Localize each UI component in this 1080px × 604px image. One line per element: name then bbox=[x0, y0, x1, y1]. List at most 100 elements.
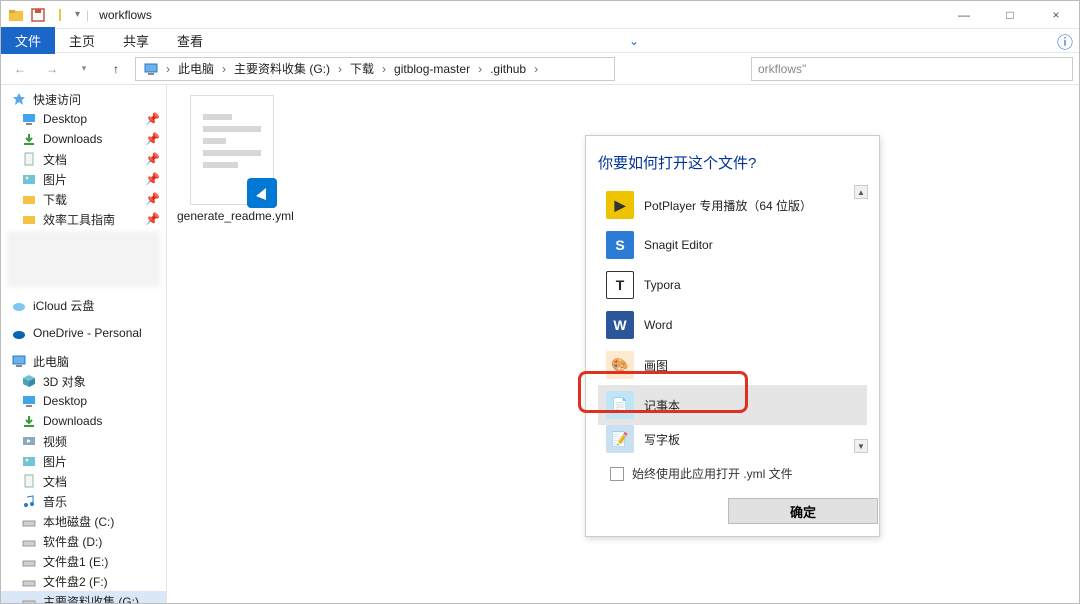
music-icon bbox=[21, 493, 37, 509]
help-button[interactable]: ⓘ bbox=[1051, 29, 1079, 53]
sidebar-item-drive-e[interactable]: 文件盘1 (E:) bbox=[1, 551, 166, 571]
app-icon: 📄 bbox=[606, 391, 634, 419]
app-word[interactable]: WWord bbox=[598, 305, 867, 345]
sidebar-item-3d[interactable]: 3D 对象 bbox=[1, 371, 166, 391]
ok-button[interactable]: 确定 bbox=[728, 498, 878, 524]
folder-icon bbox=[7, 6, 25, 24]
close-button[interactable]: × bbox=[1033, 1, 1079, 29]
sidebar-item-pictures2[interactable]: 图片 bbox=[1, 451, 166, 471]
documents-icon bbox=[21, 473, 37, 489]
sidebar-item-desktop2[interactable]: Desktop bbox=[1, 391, 166, 411]
pin-icon: 📌 bbox=[145, 132, 160, 146]
drive-icon bbox=[21, 573, 37, 589]
app-notepad[interactable]: 📄记事本 bbox=[598, 385, 867, 425]
cube-icon bbox=[21, 373, 37, 389]
sidebar-item-downloads3[interactable]: Downloads bbox=[1, 411, 166, 431]
drive-icon bbox=[21, 553, 37, 569]
file-name: generate_readme.yml bbox=[177, 209, 287, 223]
sidebar-thispc[interactable]: 此电脑 bbox=[1, 351, 166, 371]
sidebar-item-documents2[interactable]: 文档 bbox=[1, 471, 166, 491]
pin-icon: 📌 bbox=[145, 192, 160, 206]
app-icon: ▶ bbox=[606, 191, 634, 219]
scroll-down-button[interactable]: ▼ bbox=[854, 439, 868, 453]
sidebar-quickaccess[interactable]: 快速访问 bbox=[1, 89, 166, 109]
app-icon: S bbox=[606, 231, 634, 259]
drive-icon bbox=[21, 593, 37, 603]
always-use-label: 始终使用此应用打开 .yml 文件 bbox=[632, 465, 793, 482]
pin-icon: 📌 bbox=[145, 212, 160, 226]
sidebar-item-drive-c[interactable]: 本地磁盘 (C:) bbox=[1, 511, 166, 531]
app-icon: W bbox=[606, 311, 634, 339]
open-with-dialog: 你要如何打开这个文件? ▲ ▼ ▶PotPlayer 专用播放（64 位版） S… bbox=[585, 135, 880, 537]
always-use-row[interactable]: 始终使用此应用打开 .yml 文件 bbox=[610, 465, 867, 482]
navbar: ← → ▾ ↑ › 此电脑› 主要资料收集 (G:)› 下载› gitblog-… bbox=[1, 53, 1079, 85]
ribbon-tabs: 文件 主页 共享 查看 ⌄ ⓘ bbox=[1, 29, 1079, 53]
pictures-icon bbox=[21, 171, 37, 187]
sidebar-item-guide[interactable]: 效率工具指南📌 bbox=[1, 209, 166, 229]
drive-icon bbox=[21, 513, 37, 529]
folder-icon bbox=[21, 191, 37, 207]
tab-home[interactable]: 主页 bbox=[55, 27, 109, 54]
save-icon[interactable] bbox=[29, 6, 47, 24]
documents-icon bbox=[21, 151, 37, 167]
desktop-icon bbox=[21, 393, 37, 409]
crumb[interactable]: 下载 bbox=[346, 60, 378, 77]
downloads-icon bbox=[21, 413, 37, 429]
forward-button[interactable]: → bbox=[39, 57, 65, 81]
app-snagit[interactable]: SSnagit Editor bbox=[598, 225, 867, 265]
app-typora[interactable]: TTypora bbox=[598, 265, 867, 305]
downloads-icon bbox=[21, 131, 37, 147]
sidebar-item-drive-g[interactable]: 主要资料收集 (G:) bbox=[1, 591, 166, 603]
divider-icon bbox=[51, 6, 69, 24]
tab-file[interactable]: 文件 bbox=[1, 27, 55, 54]
pin-icon: 📌 bbox=[145, 152, 160, 166]
file-item[interactable]: generate_readme.yml bbox=[177, 95, 287, 223]
tab-share[interactable]: 共享 bbox=[109, 27, 163, 54]
tab-view[interactable]: 查看 bbox=[163, 27, 217, 54]
sidebar-item-documents[interactable]: 文档📌 bbox=[1, 149, 166, 169]
file-thumbnail bbox=[190, 95, 274, 205]
app-potplayer[interactable]: ▶PotPlayer 专用播放（64 位版） bbox=[598, 185, 867, 225]
titlebar: ▾ | workflows — □ × bbox=[1, 1, 1079, 29]
desktop-icon bbox=[21, 111, 37, 127]
dialog-title: 你要如何打开这个文件? bbox=[598, 152, 867, 173]
sidebar-item-videos[interactable]: 视频 bbox=[1, 431, 166, 451]
file-pane[interactable]: generate_readme.yml 你要如何打开这个文件? ▲ ▼ ▶Pot… bbox=[167, 85, 1079, 603]
crumb[interactable]: gitblog-master bbox=[390, 62, 474, 76]
always-use-checkbox[interactable] bbox=[610, 467, 624, 481]
minimize-button[interactable]: — bbox=[941, 1, 987, 29]
ribbon-toggle[interactable]: ⌄ bbox=[620, 34, 648, 48]
up-button[interactable]: ↑ bbox=[103, 57, 129, 81]
pc-icon bbox=[11, 353, 27, 369]
search-input[interactable]: orkflows" bbox=[751, 57, 1073, 81]
icloud-icon bbox=[11, 297, 27, 313]
qa-dropdown[interactable]: ▾ bbox=[75, 9, 80, 20]
app-icon: 📝 bbox=[606, 425, 634, 453]
sidebar-item-drive-d[interactable]: 软件盘 (D:) bbox=[1, 531, 166, 551]
app-paint[interactable]: 🎨画图 bbox=[598, 345, 867, 385]
maximize-button[interactable]: □ bbox=[987, 1, 1033, 29]
sidebar-item-pictures[interactable]: 图片📌 bbox=[1, 169, 166, 189]
sidebar-icloud[interactable]: iCloud 云盘 bbox=[1, 295, 166, 315]
recent-dropdown[interactable]: ▾ bbox=[71, 57, 97, 81]
breadcrumb[interactable]: › 此电脑› 主要资料收集 (G:)› 下载› gitblog-master› … bbox=[135, 57, 615, 81]
sidebar-item-downloads2[interactable]: 下载📌 bbox=[1, 189, 166, 209]
pictures-icon bbox=[21, 453, 37, 469]
scroll-up-button[interactable]: ▲ bbox=[854, 185, 868, 199]
search-placeholder: orkflows" bbox=[758, 62, 806, 76]
crumb[interactable]: 主要资料收集 (G:) bbox=[230, 60, 334, 77]
blurred-region bbox=[7, 231, 160, 287]
app-wordpad[interactable]: 📝写字板 bbox=[598, 425, 867, 453]
pc-icon bbox=[140, 62, 162, 76]
sidebar-item-music[interactable]: 音乐 bbox=[1, 491, 166, 511]
app-list: ▲ ▼ ▶PotPlayer 专用播放（64 位版） SSnagit Edito… bbox=[598, 185, 867, 453]
crumb[interactable]: .github bbox=[486, 62, 530, 76]
app-icon: T bbox=[606, 271, 634, 299]
crumb[interactable]: 此电脑 bbox=[174, 60, 218, 77]
sidebar-onedrive[interactable]: OneDrive - Personal bbox=[1, 323, 166, 343]
sidebar-item-desktop[interactable]: Desktop📌 bbox=[1, 109, 166, 129]
back-button[interactable]: ← bbox=[7, 57, 33, 81]
sidebar-item-drive-f[interactable]: 文件盘2 (F:) bbox=[1, 571, 166, 591]
sidebar-item-downloads[interactable]: Downloads📌 bbox=[1, 129, 166, 149]
pin-icon: 📌 bbox=[145, 172, 160, 186]
